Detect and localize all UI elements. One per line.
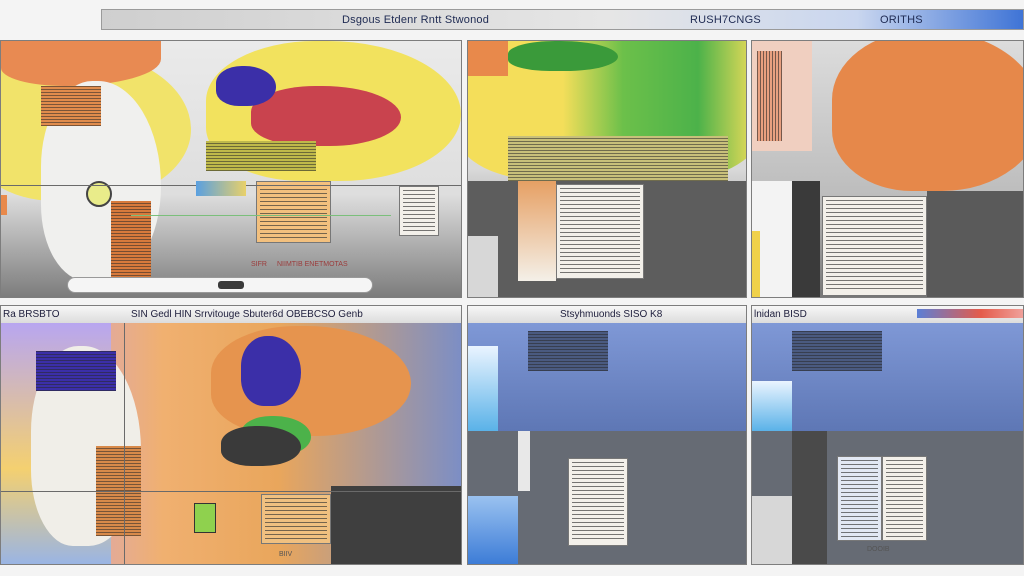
info-box-5: [261, 494, 331, 544]
panel-4-title-mid: SIN Gedl HIN Srrvitouge Sbuter6d OBEBCSO…: [131, 309, 363, 320]
top-header-bar: Dsgous Etdenr Rntt Stwonod RUSH7CNGS ORI…: [101, 9, 1024, 30]
map-panel-heat-top[interactable]: [467, 40, 747, 298]
timeline-slider-knob[interactable]: [218, 281, 244, 289]
heat-region-orange: [468, 41, 508, 76]
yellow-strip: [752, 231, 760, 297]
map-panel-world-top[interactable]: SIFR NIIMTIB ENETMOTAS: [0, 40, 462, 298]
map-caption-1: SIFR: [251, 261, 267, 268]
dashboard-page: Dsgous Etdenr Rntt Stwonod RUSH7CNGS ORI…: [0, 0, 1024, 576]
steel-hatch: [528, 331, 608, 371]
heat-region-green: [508, 41, 618, 71]
panel-4-caption: BIIV: [279, 551, 293, 558]
map-hatch-africa: [206, 141, 316, 171]
heat-hatch: [508, 136, 728, 181]
divider-line-2: [1, 491, 461, 492]
info-box-4: [822, 196, 927, 296]
gray-block: [752, 496, 792, 564]
steel-hatch-2: [792, 331, 882, 371]
gradient-column: [518, 181, 556, 281]
info-box-6: [568, 458, 628, 546]
connector-line: [131, 215, 391, 216]
info-box-7: [837, 456, 882, 541]
map-region-red: [251, 86, 401, 146]
map-caption-2: NIIMTIB ENETMOTAS: [277, 261, 348, 268]
left-edge-tab[interactable]: [1, 195, 7, 215]
info-box-3: [556, 184, 644, 279]
map-panel-steel-right[interactable]: lnidan BISD DOOIB: [751, 305, 1024, 565]
orange-landmass: [832, 41, 1023, 191]
header-title-left: Dsgous Etdenr Rntt Stwonod: [342, 14, 490, 26]
panel-4-title-bar: Ra BRSBTO SIN Gedl HIN Srrvitouge Sbuter…: [1, 306, 461, 324]
info-box-2: [399, 186, 439, 236]
header-title-right[interactable]: ORITHS: [880, 14, 923, 26]
green-marker[interactable]: [194, 503, 216, 533]
blue-block: [468, 496, 518, 564]
blue-column-2: [752, 381, 792, 431]
side-block: [468, 236, 498, 297]
panel-5-title: Stsyhmuonds SISO K8: [560, 309, 663, 320]
purple-hatch: [36, 351, 116, 391]
panel-6-caption: DOOIB: [867, 546, 890, 553]
vertical-guide: [124, 323, 125, 564]
status-color-strip: [917, 309, 1023, 318]
panel-4-title-left: Ra BRSBTO: [3, 309, 60, 320]
map-panel-world-bottom[interactable]: Ra BRSBTO SIN Gedl HIN Srrvitouge Sbuter…: [0, 305, 462, 565]
purple-region: [241, 336, 301, 406]
dark-area: [927, 191, 1023, 297]
white-column: [518, 431, 530, 491]
blue-column: [468, 346, 498, 431]
dark-region: [221, 426, 301, 466]
panel-5-title-bar: Stsyhmuonds SISO K8: [468, 306, 746, 324]
map-hatch-na: [41, 86, 101, 126]
info-box-1: [256, 181, 331, 243]
dark-column: [792, 431, 827, 564]
header-title-mid[interactable]: RUSH7CNGS: [690, 14, 761, 26]
legend-strip: [196, 181, 246, 196]
info-box-8: [882, 456, 927, 541]
map-region-purple: [216, 66, 276, 106]
orange-hatch: [757, 51, 782, 141]
panel-6-title-bar: lnidan BISD: [752, 306, 1023, 324]
map-panel-steel-mid[interactable]: Stsyhmuonds SISO K8: [467, 305, 747, 565]
timeline-slider[interactable]: [67, 277, 373, 293]
map-panel-orange-top[interactable]: [751, 40, 1024, 298]
dark-strip: [792, 181, 820, 297]
panel-6-title: lnidan BISD: [754, 309, 807, 320]
dark-corner: [331, 486, 461, 564]
